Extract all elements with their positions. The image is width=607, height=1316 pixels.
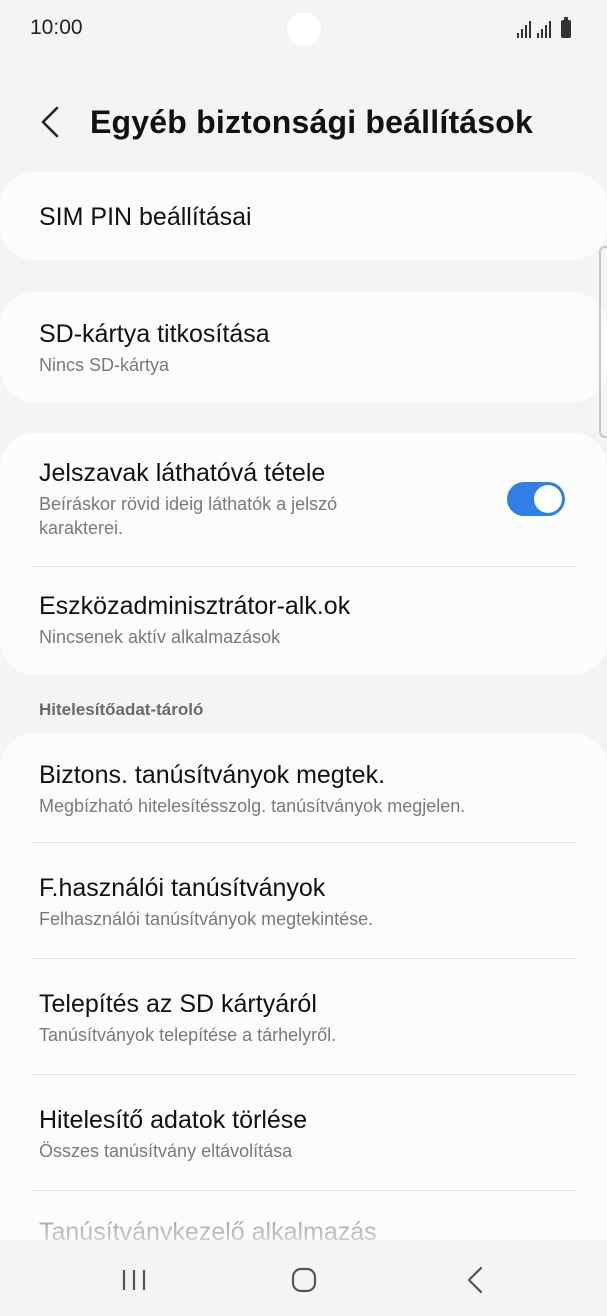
card-passwords-admin: Jelszavak láthatóvá tétele Beíráskor röv… — [0, 433, 607, 675]
item-title: Hitelesítő adatok törlése — [39, 1106, 308, 1134]
chevron-left-icon — [41, 106, 59, 138]
page-title: Egyéb biztonsági beállítások — [90, 104, 534, 140]
back-nav-button[interactable] — [445, 1260, 505, 1300]
status-time: 10:00 — [30, 16, 83, 39]
show-passwords-toggle[interactable] — [507, 482, 565, 516]
item-subtitle: Nincsenek aktív alkalmazások — [39, 627, 281, 647]
item-subtitle: Megbízható hitelesítésszolg. tanúsítvány… — [39, 796, 466, 816]
section-header-credential-storage: Hitelesítőadat-tároló — [39, 700, 204, 719]
home-icon — [291, 1267, 317, 1293]
scrollbar[interactable] — [599, 246, 607, 438]
card-sim-pin: SIM PIN beállításai — [0, 172, 607, 260]
item-title: SD-kártya titkosítása — [39, 320, 270, 348]
device-admin-apps-item[interactable]: Eszközadminisztrátor-alk.ok Nincsenek ak… — [0, 567, 607, 675]
status-bar: 10:00 — [0, 0, 607, 56]
item-title: Biztons. tanúsítványok megtek. — [39, 761, 386, 789]
clear-credentials-item[interactable]: Hitelesítő adatok törlése Összes tanúsít… — [0, 1075, 607, 1191]
item-subtitle: Tanúsítványok telepítése a tárhelyről. — [39, 1025, 337, 1045]
status-icons — [517, 17, 571, 38]
install-from-sd-item[interactable]: Telepítés az SD kártyáról Tanúsítványok … — [0, 959, 607, 1075]
app-header: Egyéb biztonsági beállítások — [0, 88, 607, 158]
recent-apps-icon — [122, 1270, 146, 1290]
item-title: Tanúsítványkezelő alkalmazás — [39, 1218, 377, 1241]
navigation-bar — [0, 1240, 607, 1316]
user-certificates-item[interactable]: F.használói tanúsítványok Felhasználói t… — [0, 843, 607, 959]
card-credential-storage: Biztons. tanúsítványok megtek. Megbízhat… — [0, 733, 607, 1241]
back-button[interactable] — [28, 100, 72, 144]
trusted-certificates-item[interactable]: Biztons. tanúsítványok megtek. Megbízhat… — [0, 733, 607, 843]
camera-cutout — [287, 12, 321, 46]
back-icon — [467, 1266, 483, 1294]
item-title: Telepítés az SD kártyáról — [39, 990, 317, 1018]
card-sd-encryption: SD-kártya titkosítása Nincs SD-kártya — [0, 292, 607, 402]
home-button[interactable] — [274, 1260, 334, 1300]
show-passwords-item[interactable]: Jelszavak láthatóvá tétele Beíráskor röv… — [0, 433, 607, 567]
sim-pin-settings-item[interactable]: SIM PIN beállításai — [0, 172, 607, 260]
item-title: SIM PIN beállításai — [39, 203, 252, 231]
item-subtitle: Összes tanúsítvány eltávolítása — [39, 1141, 293, 1161]
item-subtitle: Beíráskor rövid ideig láthatók a jelszó … — [39, 494, 338, 538]
signal-icon — [517, 20, 531, 38]
item-title: Eszközadminisztrátor-alk.ok — [39, 592, 351, 620]
toggle-knob — [534, 485, 562, 513]
certificate-manager-app-item[interactable]: Tanúsítványkezelő alkalmazás — [0, 1191, 607, 1241]
sd-card-encryption-item[interactable]: SD-kártya titkosítása Nincs SD-kártya — [0, 292, 607, 402]
recent-apps-button[interactable] — [104, 1260, 164, 1300]
battery-icon — [561, 17, 571, 38]
item-subtitle: Nincs SD-kártya — [39, 355, 170, 375]
signal-icon — [537, 20, 551, 38]
item-subtitle: Felhasználói tanúsítványok megtekintése. — [39, 909, 374, 929]
item-title: F.használói tanúsítványok — [39, 874, 326, 902]
